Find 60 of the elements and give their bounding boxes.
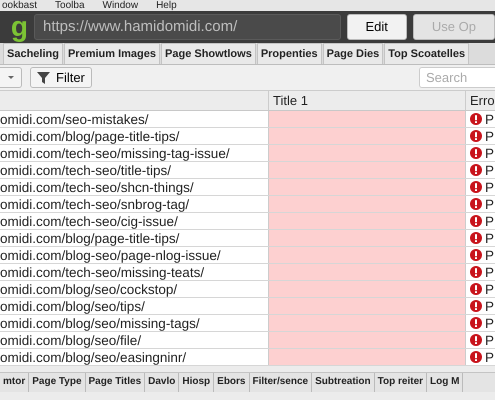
error-text: P xyxy=(485,196,494,212)
column-header[interactable]: Title 1 xyxy=(268,91,465,110)
url-cell-text: omidi.com/blog/page-title-tips/ xyxy=(0,128,180,144)
tab[interactable]: Propenties xyxy=(256,43,322,64)
error-text: P xyxy=(485,348,494,366)
url-cell-text: omidi.com/seo-mistakes/ xyxy=(0,111,150,127)
error-text: P xyxy=(485,280,494,298)
url-cell-text: omidi.com/blog/seo/tips/ xyxy=(0,298,146,314)
error-text: P xyxy=(485,314,494,332)
url-cell-text: omidi.com/blog/seo/missing-tags/ xyxy=(0,315,201,331)
url-cell-text: omidi.com/blog/seo/file/ xyxy=(0,332,142,348)
url-field[interactable]: https://www.hamidomidi.com/ xyxy=(34,14,341,40)
url-cell-text: omidi.com/tech-seo/title-tips/ xyxy=(0,162,172,178)
tab[interactable]: Davlo xyxy=(145,373,180,392)
url-cell-text: omidi.com/blog-seo/page-nlog-issue/ xyxy=(0,247,222,263)
error-text: P xyxy=(485,230,494,246)
error-text: P xyxy=(485,162,494,178)
tab[interactable]: Log M xyxy=(427,373,464,392)
url-cell-text: omidi.com/tech-seo/missing-tag-issue/ xyxy=(0,145,231,161)
tab[interactable]: Page Titles xyxy=(86,373,146,392)
tab[interactable]: Top reiter xyxy=(374,373,428,392)
url-cell-text: omidi.com/tech-seo/snbrog-tag/ xyxy=(0,196,190,212)
error-text: P xyxy=(485,212,494,230)
error-text: P xyxy=(485,110,494,128)
tab[interactable]: mtor xyxy=(0,373,30,392)
filter-button[interactable]: Filter xyxy=(30,67,92,88)
error-text: P xyxy=(485,178,494,196)
url-cell-text: omidi.com/tech-seo/missing-teats/ xyxy=(0,264,206,280)
column-header[interactable]: Erro xyxy=(465,91,495,110)
tab[interactable]: Sacheling xyxy=(3,43,63,64)
error-text: P xyxy=(485,298,494,314)
search-field[interactable]: Search xyxy=(419,67,495,88)
dropdown-button[interactable] xyxy=(0,67,22,88)
menu-item[interactable]: Toolba xyxy=(55,0,84,11)
menu-item[interactable]: ookbast xyxy=(2,0,38,11)
error-text: P xyxy=(485,332,494,348)
edit-button[interactable]: Edit xyxy=(346,14,407,40)
tab[interactable]: Page Showtlows xyxy=(161,43,256,64)
funnel-icon xyxy=(37,72,50,84)
url-cell-text: omidi.com/blog/seo/easingninr/ xyxy=(0,349,188,365)
tab[interactable]: Page Dies xyxy=(322,43,384,64)
url-cell-text: omidi.com/tech-seo/shcn-things/ xyxy=(0,179,195,195)
url-cell-text: omidi.com/blog/page-title-tips/ xyxy=(0,230,180,246)
caret-icon xyxy=(6,75,14,80)
menu-item[interactable]: Help xyxy=(156,0,177,11)
tab[interactable]: Top Scoatelles xyxy=(384,43,470,64)
menu-item[interactable]: Window xyxy=(102,0,138,11)
error-text: P xyxy=(485,264,494,280)
tab[interactable]: Subtreation xyxy=(312,373,375,392)
url-cell-text: omidi.com/blog/seo/cockstop/ xyxy=(0,281,178,297)
error-text: P xyxy=(485,144,494,162)
error-text: P xyxy=(485,128,494,144)
tab[interactable]: Ebors xyxy=(214,373,250,392)
tab[interactable]: Hiosp xyxy=(179,373,214,392)
tab[interactable]: Premium Images xyxy=(64,43,160,64)
tab[interactable]: Page Type xyxy=(29,373,86,392)
error-text: P xyxy=(485,246,494,264)
url-cell-text: omidi.com/tech-seo/cig-issue/ xyxy=(0,213,179,229)
tab[interactable]: Filter/sence xyxy=(250,373,312,392)
logo: g xyxy=(10,14,28,40)
